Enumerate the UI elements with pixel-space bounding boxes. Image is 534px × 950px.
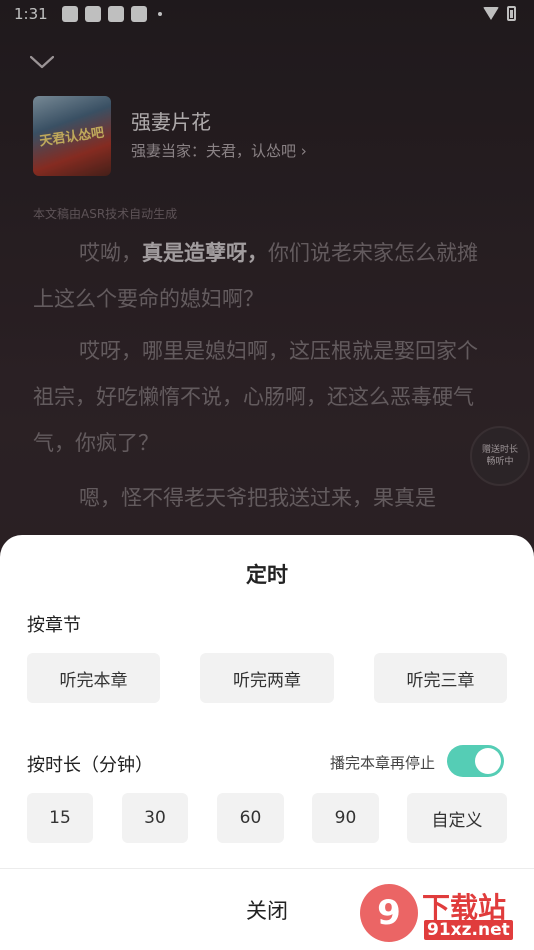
watermark-url: 91xz.net xyxy=(424,920,513,940)
duration-option-button[interactable]: 30 xyxy=(122,793,188,843)
watermark-logo: 9 xyxy=(360,884,418,942)
stop-after-chapter-toggle[interactable] xyxy=(447,745,504,777)
by-duration-label: 按时长（分钟） xyxy=(27,755,153,776)
duration-option-button[interactable]: 15 xyxy=(27,793,93,843)
duration-option-button[interactable]: 90 xyxy=(312,793,379,843)
by-chapter-label: 按章节 xyxy=(27,615,81,636)
site-watermark: 9 下载站 91xz.net xyxy=(360,884,530,946)
chapter-option-button[interactable]: 听完本章 xyxy=(27,653,160,703)
custom-duration-button[interactable]: 自定义 xyxy=(407,793,507,843)
stop-after-chapter-label: 播完本章再停止 xyxy=(329,754,435,772)
sheet-title: 定时 xyxy=(246,563,288,587)
duration-option-button[interactable]: 60 xyxy=(217,793,284,843)
toggle-knob xyxy=(475,748,501,774)
chapter-option-button[interactable]: 听完两章 xyxy=(200,653,334,703)
chapter-option-button[interactable]: 听完三章 xyxy=(374,653,507,703)
